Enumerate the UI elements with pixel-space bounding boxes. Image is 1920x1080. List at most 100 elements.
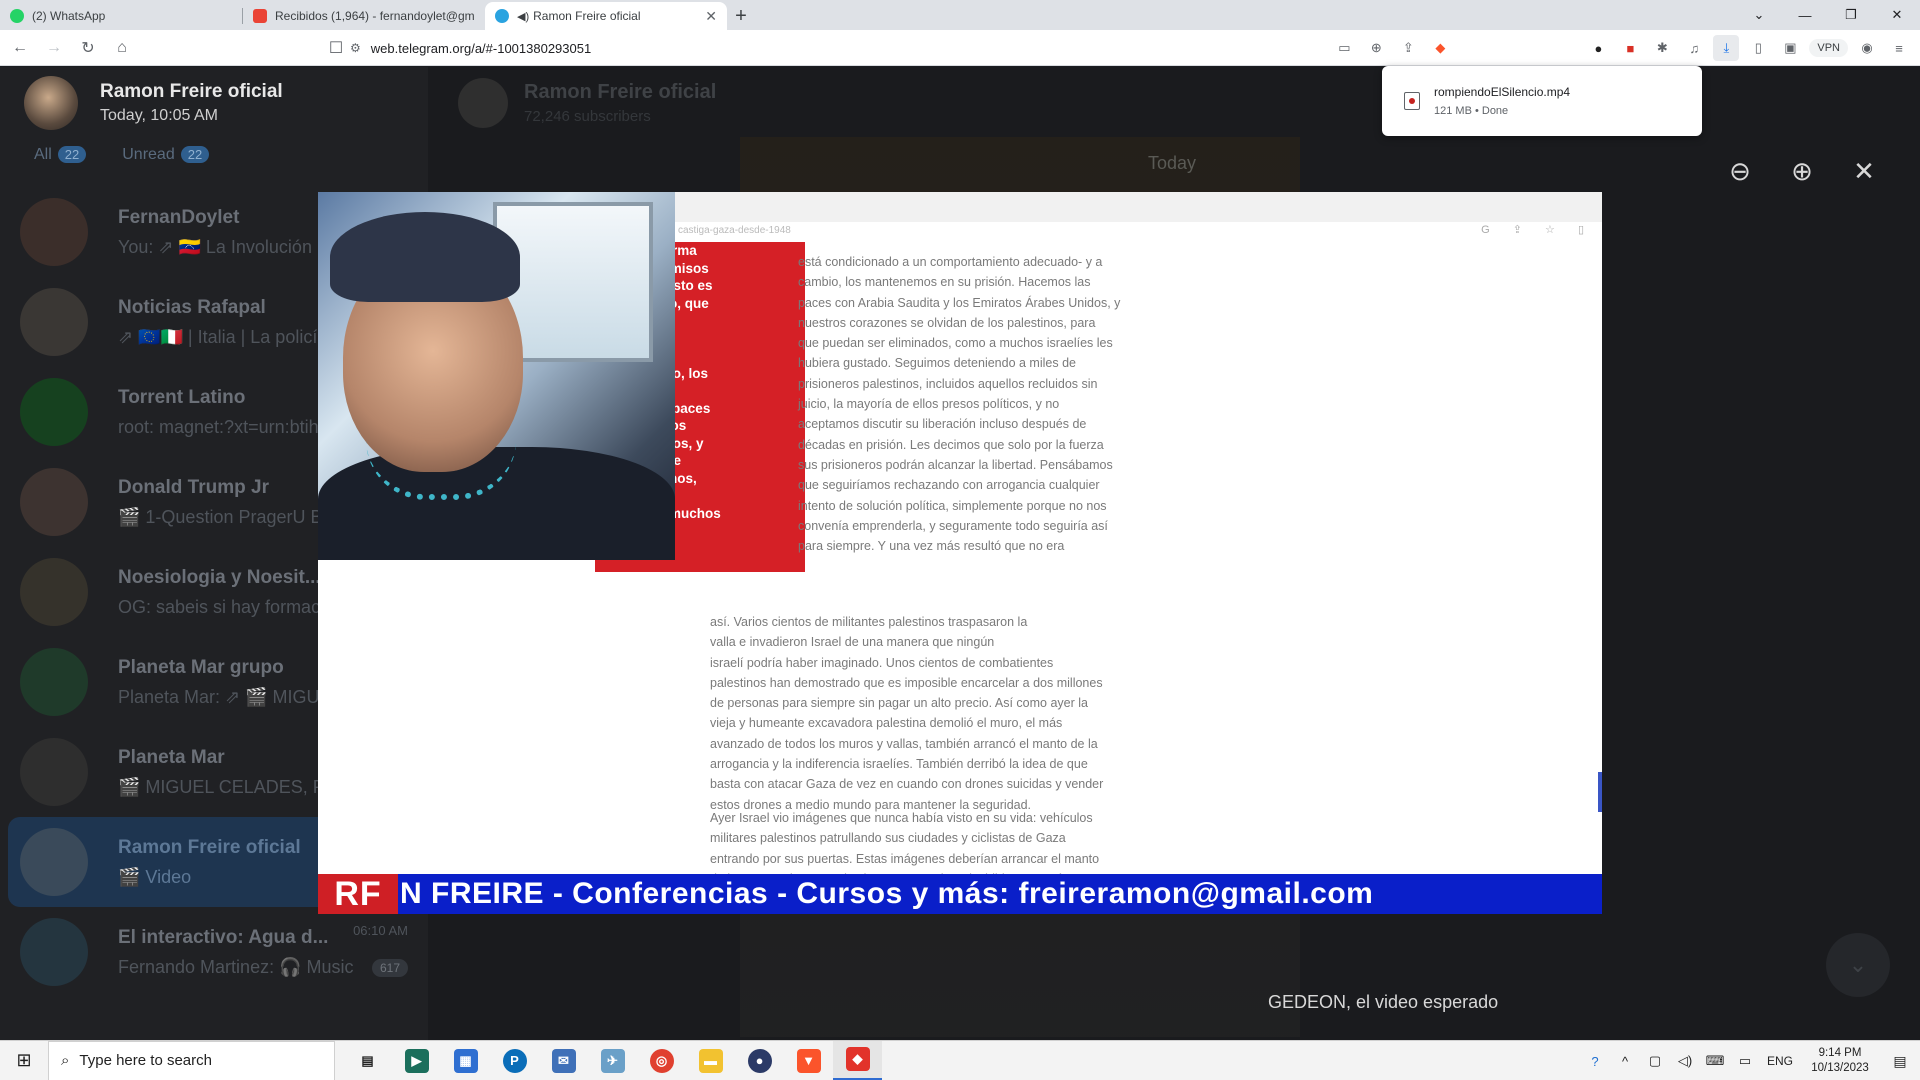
folder-count: 22: [180, 146, 210, 163]
download-bubble[interactable]: rompiendoElSilencio.mp4 121 MB • Done: [1382, 66, 1702, 136]
tab-gmail[interactable]: Recibidos (1,964) - fernandoylet@gmail.c…: [243, 2, 485, 30]
file-icon: [1404, 92, 1420, 110]
bird-app-icon[interactable]: ✈: [588, 1041, 637, 1080]
download-filename: rompiendoElSilencio.mp4: [1434, 85, 1571, 99]
tab-search-icon[interactable]: ⌄: [1736, 0, 1782, 30]
zoom-icon[interactable]: ⊕: [1363, 35, 1389, 61]
site-info-icon[interactable]: ⚙: [350, 41, 361, 55]
article-line: así. Varios cientos de militantes palest…: [710, 615, 1028, 629]
avatar: [20, 378, 88, 446]
help-icon[interactable]: ?: [1580, 1041, 1610, 1080]
tab-label: Recibidos (1,964) - fernandoylet@gmail.c…: [275, 9, 475, 23]
task-view-icon[interactable]: ▤: [343, 1041, 392, 1080]
article-line: juicio, la mayoría de ellos presos polít…: [798, 397, 1060, 412]
article-line: que seguiríamos rechazando con arroganci…: [798, 478, 1100, 493]
zoom-in-icon[interactable]: ⊕: [1786, 155, 1818, 187]
menu-icon[interactable]: ≡: [1886, 35, 1912, 61]
file-explorer-icon[interactable]: ▬: [686, 1041, 735, 1080]
chrome-icon[interactable]: ◎: [637, 1041, 686, 1080]
mail-app-icon[interactable]: ✉: [539, 1041, 588, 1080]
close-window-button[interactable]: ✕: [1874, 0, 1920, 30]
scroll-down-button[interactable]: ⌄: [1826, 933, 1890, 997]
new-tab-button[interactable]: +: [727, 2, 755, 30]
avatar[interactable]: [458, 78, 508, 128]
system-tray: ? ^ ▢ ◁) ⌨ ▭ ENG 9:14 PM 10/13/2023 ▤: [1580, 1041, 1920, 1080]
speaker-icon[interactable]: ◀): [517, 10, 529, 23]
tab-whatsapp[interactable]: (2) WhatsApp: [0, 2, 242, 30]
article-line: Ayer Israel vio imágenes que nunca había…: [710, 811, 1093, 825]
avatar: [20, 558, 88, 626]
taskbar-search[interactable]: ⌕ Type here to search: [48, 1040, 335, 1080]
search-placeholder: Type here to search: [79, 1052, 212, 1069]
channel-name: Ramon Freire oficial: [524, 81, 717, 103]
zoom-out-icon[interactable]: ⊖: [1724, 155, 1756, 187]
media-player-icon[interactable]: ▶: [392, 1041, 441, 1080]
home-button[interactable]: ⌂: [108, 34, 136, 62]
sidebar-header: Ramon Freire oficial Today, 10:05 AM: [0, 67, 428, 139]
avatar: [20, 648, 88, 716]
restore-button[interactable]: ❐: [1828, 0, 1874, 30]
article-line: prisioneros palestinos, incluidos aquell…: [798, 376, 1098, 391]
meet-icon[interactable]: ▢: [1640, 1041, 1670, 1080]
extension-2-icon[interactable]: ■: [1617, 35, 1643, 61]
chat-name: Noesiologia y Noesit...: [118, 566, 321, 588]
chat-name: Planeta Mar grupo: [118, 656, 284, 678]
brave-shield-icon[interactable]: ◆: [1427, 35, 1453, 61]
tab-telegram[interactable]: ◀) Ramon Freire oficial ✕: [485, 2, 727, 30]
download-status: 121 MB • Done: [1434, 105, 1509, 117]
video-player[interactable]: castiga-gaza-desde-1948 G ⇪ ☆ ▯ favor en…: [318, 192, 1602, 914]
chat-time: 06:10 AM: [353, 923, 408, 938]
subscriber-count: 72,246 subscribers: [524, 108, 651, 125]
rf-logo: RF: [318, 874, 398, 914]
forward-button[interactable]: →: [40, 34, 68, 62]
tray-expand-icon[interactable]: ^: [1610, 1041, 1640, 1080]
windows-start-icon[interactable]: ⊞: [0, 1041, 48, 1080]
notification-icon[interactable]: ▤: [1880, 1053, 1920, 1070]
chat-name: FernanDoylet: [118, 206, 240, 228]
lower-third-ticker: RF N FREIRE - Conferencias - Cursos y má…: [318, 874, 1602, 914]
store-icon[interactable]: ▦: [441, 1041, 490, 1080]
back-button[interactable]: ←: [6, 34, 34, 62]
media-icon[interactable]: ♫: [1681, 35, 1707, 61]
chat-text: Noticias Rafapal ⇗ 🇪🇺🇮🇹 | Italia | La pol…: [118, 297, 317, 348]
article-line: hubiera gustado. Seguimos deteniendo a m…: [798, 356, 1076, 371]
brave-icon[interactable]: ▼: [784, 1041, 833, 1080]
chat-preview: You: ⇗ 🇻🇪 La Involución: [118, 236, 312, 257]
extension-1-icon[interactable]: ●: [1585, 35, 1611, 61]
browser-toolbar: ← → ↻ ⌂ ☐ ⚙ web.telegram.org/a/#-1001380…: [0, 30, 1920, 66]
close-tab-icon[interactable]: ✕: [705, 8, 717, 25]
article-line: entrando por sus puertas. Estas imágenes…: [710, 851, 1100, 866]
chat-item[interactable]: El interactivo: Agua d... Fernando Martin…: [0, 907, 428, 997]
profile-icon[interactable]: ◉: [1854, 35, 1880, 61]
viewer-sender-info: Ramon Freire oficial Today, 10:05 AM: [100, 81, 283, 125]
media-viewer-tools: ⊖ ⊕ ✕: [1724, 155, 1880, 187]
cast-icon[interactable]: ▭: [1331, 35, 1357, 61]
wallet-icon[interactable]: ▣: [1777, 35, 1803, 61]
reload-button[interactable]: ↻: [74, 34, 102, 62]
address-bar[interactable]: ⚙ web.telegram.org/a/#-1001380293051: [350, 34, 1400, 62]
share-icon[interactable]: ⇪: [1395, 35, 1421, 61]
vpn-app-icon[interactable]: ●: [735, 1041, 784, 1080]
bookmark-icon[interactable]: ☐: [322, 34, 350, 62]
brave-active-icon[interactable]: ◆: [833, 1040, 882, 1080]
folder-label: Unread: [122, 146, 175, 163]
folder-unread[interactable]: Unread 22: [122, 146, 210, 164]
extensions-icon[interactable]: ✱: [1649, 35, 1675, 61]
sidebar-icon[interactable]: ▯: [1745, 35, 1771, 61]
keyboard-icon[interactable]: ⌨: [1700, 1041, 1730, 1080]
close-viewer-icon[interactable]: ✕: [1848, 155, 1880, 187]
p-app-icon[interactable]: P: [490, 1041, 539, 1080]
volume-icon[interactable]: ◁): [1670, 1041, 1700, 1080]
article-column: está condicionado a un comportamiento ad…: [798, 252, 1158, 556]
download-icon[interactable]: ⤓: [1713, 35, 1740, 61]
chat-name: Ramon Freire oficial: [118, 836, 301, 858]
avatar[interactable]: [24, 76, 78, 130]
vpn-button[interactable]: VPN: [1809, 39, 1848, 57]
network-icon[interactable]: ▭: [1730, 1041, 1760, 1080]
minimize-button[interactable]: —: [1782, 0, 1828, 30]
article-line: paces con Arabia Saudita y los Emiratos …: [798, 295, 1121, 310]
language-indicator[interactable]: ENG: [1760, 1054, 1800, 1068]
folder-all[interactable]: All 22: [34, 146, 87, 164]
clock[interactable]: 9:14 PM 10/13/2023: [1800, 1046, 1880, 1076]
sender-name: Ramon Freire oficial: [100, 81, 283, 102]
